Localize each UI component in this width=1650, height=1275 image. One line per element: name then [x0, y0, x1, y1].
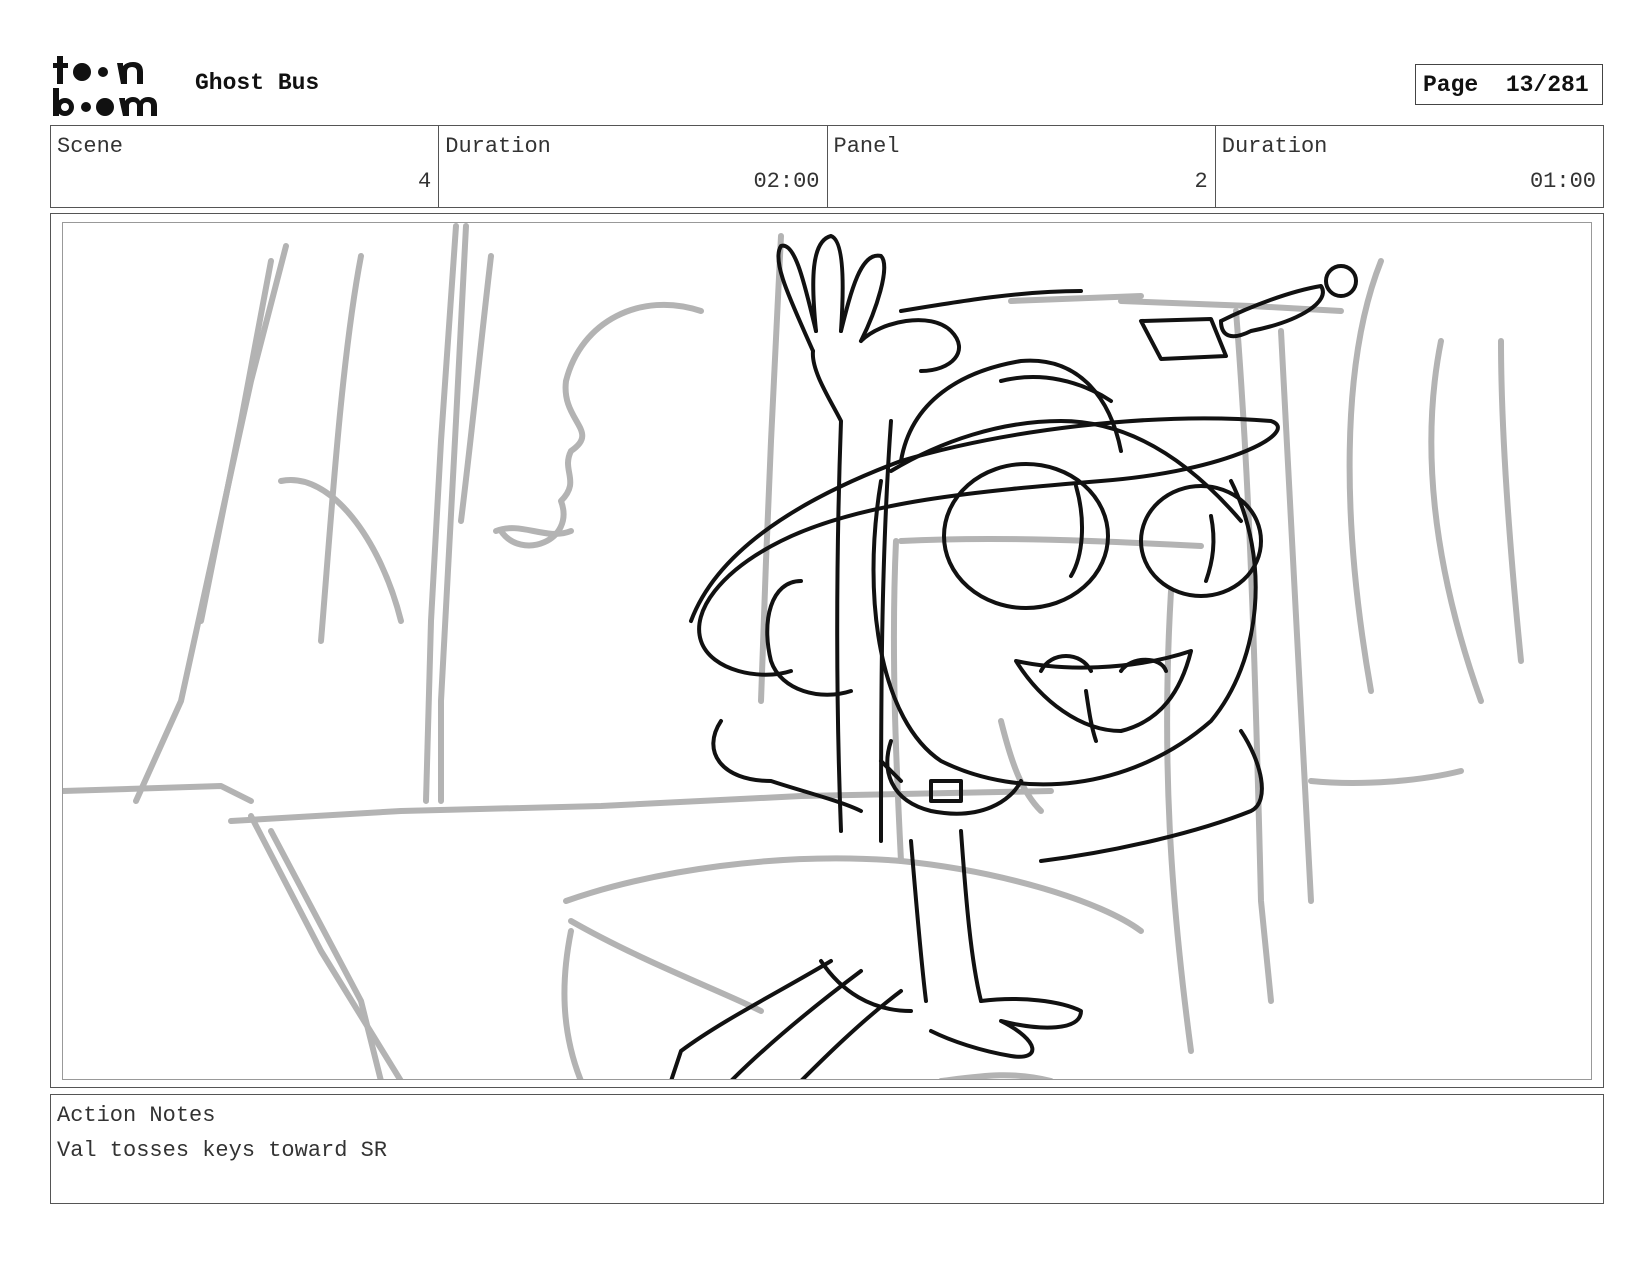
storyboard-panel	[62, 222, 1592, 1080]
panel-duration-label: Duration	[1221, 134, 1328, 159]
scene-label: Scene	[57, 134, 124, 159]
panel-sketch	[63, 223, 1524, 1079]
panel-value: 2	[1194, 169, 1208, 194]
scene-duration-cell: Duration 02:00	[439, 126, 828, 207]
background-sketch	[63, 223, 1524, 1079]
page-indicator: Page 13/281	[1415, 64, 1603, 105]
panel-duration-value: 01:00	[1529, 169, 1596, 194]
action-notes-label: Action Notes	[57, 1103, 216, 1128]
scene-duration-value: 02:00	[753, 169, 820, 194]
panel-label: Panel	[833, 134, 900, 159]
toon-boom-logo	[53, 52, 173, 118]
action-notes-box: Action Notes Val tosses keys toward SR	[50, 1094, 1604, 1204]
scene-duration-label: Duration	[445, 134, 551, 159]
scene-cell: Scene 4	[51, 126, 440, 207]
page-number: 13/281	[1505, 71, 1589, 98]
scene-value: 4	[418, 169, 432, 194]
panel-cell: Panel 2	[828, 126, 1216, 207]
scene-info-row: Scene 4 Duration 02:00 Panel 2 Duration …	[50, 125, 1604, 208]
page-label: Page	[1423, 71, 1479, 98]
action-notes-text: Val tosses keys toward SR	[57, 1138, 388, 1163]
panel-duration-cell: Duration 01:00	[1216, 126, 1603, 207]
project-title: Ghost Bus	[195, 70, 320, 96]
